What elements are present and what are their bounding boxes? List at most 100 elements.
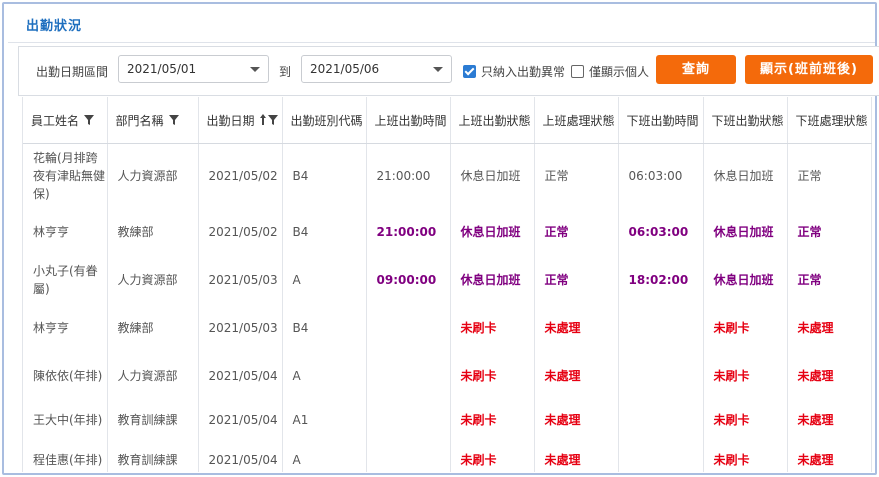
clock-in-process-cell: 未處理 xyxy=(534,399,619,440)
clock-in-status-cell: 休息日加班 xyxy=(450,255,535,304)
clock-out-status-cell: 未刷卡 xyxy=(703,439,788,472)
date-cell: 2021/05/04 xyxy=(198,351,283,400)
column-header-label: 員工姓名 xyxy=(31,113,80,128)
table-row[interactable]: 林亨亨 教練部 2021/05/03 B4 未刷卡 未處理 未刷卡 未處理 xyxy=(23,303,872,352)
column-header[interactable]: 出勤日期 xyxy=(198,97,283,144)
column-header-label: 下班處理狀態 xyxy=(795,113,868,128)
chevron-down-icon xyxy=(433,67,443,72)
shift-code-cell: A xyxy=(282,351,367,400)
column-header[interactable]: 出勤班別代碼 xyxy=(282,97,367,144)
employee-name-cell: 程佳惠(年排) xyxy=(23,439,108,472)
column-header-label: 上班處理狀態 xyxy=(542,113,615,128)
clock-in-process-cell: 正常 xyxy=(534,143,619,208)
clock-out-process-cell: 正常 xyxy=(787,255,872,304)
table-row[interactable]: 王大中(年排) 教育訓練課 2021/05/04 A1 未刷卡 未處理 未刷卡 未處理 xyxy=(23,399,872,440)
main-panel: 出勤狀況 出勤日期區間 2021/05/01 到 2021/05/06 只納入出… xyxy=(2,2,879,475)
clock-out-time-cell xyxy=(618,351,704,400)
shift-code-cell: A xyxy=(282,439,367,472)
clock-in-time-cell: 21:00:00 xyxy=(366,143,451,208)
column-header[interactable]: 上班出勤時間 xyxy=(366,97,451,144)
date-cell: 2021/05/02 xyxy=(198,143,283,208)
employee-name-cell: 小丸子(有眷屬) xyxy=(23,255,108,304)
clock-out-process-cell: 正常 xyxy=(787,207,872,256)
filter-bar: 出勤日期區間 2021/05/01 到 2021/05/06 只納入出勤異常 僅… xyxy=(18,46,879,96)
table-body: 花輪(月排跨夜有津貼無健保) 人力資源部 2021/05/02 B4 21:00:00 休… xyxy=(23,143,872,472)
only-abnormal-label[interactable]: 只納入出勤異常 xyxy=(481,63,565,80)
clock-out-status-cell: 未刷卡 xyxy=(703,351,788,400)
filter-icon[interactable] xyxy=(168,114,179,128)
column-header[interactable]: 上班出勤狀態 xyxy=(450,97,535,144)
department-cell: 教練部 xyxy=(107,303,199,352)
date-cell: 2021/05/04 xyxy=(198,399,283,440)
department-cell: 人力資源部 xyxy=(107,143,199,208)
column-header-label: 出勤班別代碼 xyxy=(290,113,363,128)
department-cell: 教練部 xyxy=(107,207,199,256)
end-date-select[interactable]: 2021/05/06 xyxy=(301,55,452,83)
clock-out-time-cell: 18:02:00 xyxy=(618,255,704,304)
date-cell: 2021/05/03 xyxy=(198,303,283,352)
column-header-label: 上班出勤狀態 xyxy=(458,113,531,128)
column-header[interactable]: 下班出勤時間 xyxy=(618,97,704,144)
table-row[interactable]: 陳依依(年排) 人力資源部 2021/05/04 A 未刷卡 未處理 未刷卡 未處理 xyxy=(23,351,872,400)
shift-code-cell: B4 xyxy=(282,207,367,256)
date-cell: 2021/05/03 xyxy=(198,255,283,304)
clock-out-time-cell: 06:03:00 xyxy=(618,207,704,256)
clock-in-status-cell: 未刷卡 xyxy=(450,351,535,400)
clock-in-status-cell: 休息日加班 xyxy=(450,207,535,256)
clock-out-time-cell xyxy=(618,303,704,352)
show-shift-button[interactable]: 顯示(班前班後) xyxy=(745,55,873,84)
department-cell: 教育訓練課 xyxy=(107,399,199,440)
chevron-down-icon xyxy=(250,67,260,72)
date-cell: 2021/05/02 xyxy=(198,207,283,256)
shift-code-cell: A xyxy=(282,255,367,304)
column-header[interactable]: 部門名稱 xyxy=(107,97,199,144)
only-abnormal-checkbox[interactable] xyxy=(463,65,476,78)
start-date-value: 2021/05/01 xyxy=(127,62,197,76)
start-date-select[interactable]: 2021/05/01 xyxy=(118,55,269,83)
clock-in-time-cell xyxy=(366,399,451,440)
column-header[interactable]: 下班處理狀態 xyxy=(787,97,872,144)
department-cell: 人力資源部 xyxy=(107,255,199,304)
clock-out-status-cell: 休息日加班 xyxy=(703,255,788,304)
column-header[interactable]: 員工姓名 xyxy=(23,97,108,144)
clock-out-process-cell: 未處理 xyxy=(787,303,872,352)
clock-out-process-cell: 未處理 xyxy=(787,439,872,472)
column-header[interactable]: 上班處理狀態 xyxy=(534,97,619,144)
sort-asc-filter-icon[interactable] xyxy=(259,114,278,128)
title-divider xyxy=(8,42,875,43)
clock-out-process-cell: 正常 xyxy=(787,143,872,208)
table-header-row: 員工姓名 部門名稱 出勤日期 出勤班別代碼 上班出勤時間 上班出勤狀態 上班處理狀態 下班出勤… xyxy=(23,97,872,144)
table-row[interactable]: 林亨亨 教練部 2021/05/02 B4 21:00:00 休息日加班 正常 06:03:0… xyxy=(23,207,872,256)
page-title: 出勤狀況 xyxy=(26,19,83,34)
clock-in-process-cell: 未處理 xyxy=(534,439,619,472)
table-row[interactable]: 程佳惠(年排) 教育訓練課 2021/05/04 A 未刷卡 未處理 未刷卡 未處理 xyxy=(23,439,872,472)
department-cell: 人力資源部 xyxy=(107,351,199,400)
date-cell: 2021/05/04 xyxy=(198,439,283,472)
clock-out-status-cell: 未刷卡 xyxy=(703,303,788,352)
clock-in-time-cell xyxy=(366,303,451,352)
department-cell: 教育訓練課 xyxy=(107,439,199,472)
column-header-label: 下班出勤時間 xyxy=(626,113,699,128)
employee-name-cell: 林亨亨 xyxy=(23,303,108,352)
filter-icon[interactable] xyxy=(84,114,95,128)
table-row[interactable]: 小丸子(有眷屬) 人力資源部 2021/05/03 A 09:00:00 休息日加班 正常 1… xyxy=(23,255,872,304)
end-date-value: 2021/05/06 xyxy=(310,62,380,76)
employee-name-cell: 花輪(月排跨夜有津貼無健保) xyxy=(23,143,108,208)
clock-out-status-cell: 休息日加班 xyxy=(703,143,788,208)
shift-code-cell: B4 xyxy=(282,303,367,352)
clock-in-time-cell: 09:00:00 xyxy=(366,255,451,304)
employee-name-cell: 林亨亨 xyxy=(23,207,108,256)
column-header-label: 下班出勤狀態 xyxy=(711,113,784,128)
shift-code-cell: B4 xyxy=(282,143,367,208)
only-personal-label[interactable]: 僅顯示個人 xyxy=(589,63,649,80)
clock-in-process-cell: 正常 xyxy=(534,207,619,256)
table-row[interactable]: 花輪(月排跨夜有津貼無健保) 人力資源部 2021/05/02 B4 21:00:00 休… xyxy=(23,143,872,208)
only-personal-checkbox[interactable] xyxy=(571,65,584,78)
column-header[interactable]: 下班出勤狀態 xyxy=(703,97,788,144)
clock-out-status-cell: 休息日加班 xyxy=(703,207,788,256)
clock-in-status-cell: 休息日加班 xyxy=(450,143,535,208)
query-button[interactable]: 查詢 xyxy=(656,55,736,84)
column-header-label: 上班出勤時間 xyxy=(374,113,447,128)
employee-name-cell: 陳依依(年排) xyxy=(23,351,108,400)
clock-out-time-cell: 06:03:00 xyxy=(618,143,704,208)
